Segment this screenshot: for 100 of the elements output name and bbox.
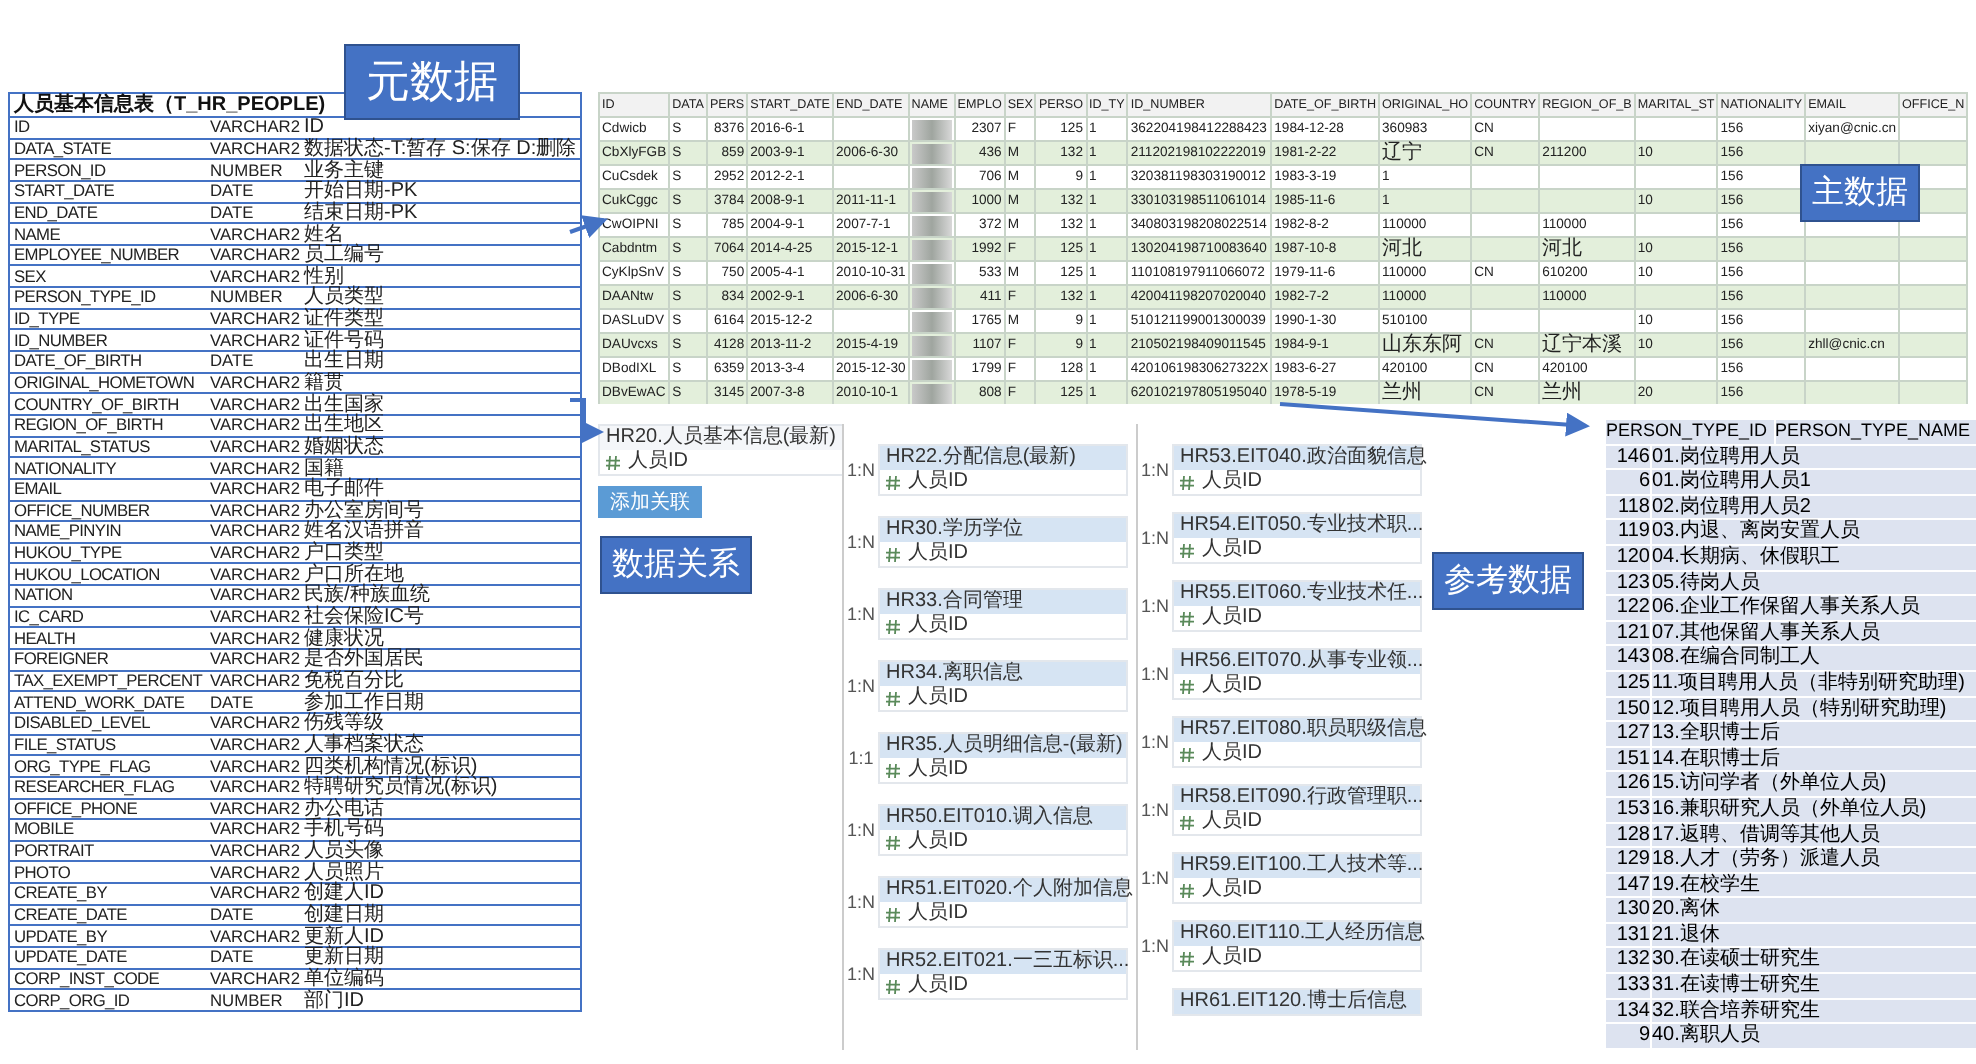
table-cell: 128 xyxy=(1606,823,1650,847)
table-cell-text: 户口类型 xyxy=(302,544,384,563)
table-cell-text: VARCHAR2 xyxy=(208,714,300,733)
table-cell-text: 业务主键 xyxy=(302,161,386,180)
table-cell: 21.退休 xyxy=(1652,923,1976,947)
field-label: 人员ID xyxy=(1202,810,1262,834)
table-cell-text: NUMBER xyxy=(208,161,285,180)
table-cell-text: UPDATE_BY xyxy=(12,927,109,946)
table-cell: 150 xyxy=(1606,697,1650,721)
table-cell-text: NATION xyxy=(12,586,75,605)
table-cell-text: 户口所在地 xyxy=(302,565,404,584)
hash-icon xyxy=(886,763,900,777)
table-node[interactable]: HR52.EIT021.一三五标识... 人员ID xyxy=(878,948,1128,1000)
table-cell-text: DATE xyxy=(208,906,256,925)
table-cell-text: ID xyxy=(302,118,324,137)
table-cell: 20.离休 xyxy=(1652,898,1976,922)
table-cell-text: PORTRAIT xyxy=(12,842,96,861)
blurred-name xyxy=(911,239,952,259)
table-cell-text: 健康状况 xyxy=(302,629,385,648)
table-cell-text: VARCHAR2 xyxy=(208,608,300,627)
table-cell-text: FOREIGNER xyxy=(12,650,111,669)
table-node[interactable]: HR59.EIT100.工人技术等... 人员ID xyxy=(1172,852,1422,904)
table-cell-text: VARCHAR2 xyxy=(208,459,300,478)
table-node[interactable]: HR50.EIT010.调入信息 人员ID xyxy=(878,804,1128,856)
blurred-name xyxy=(911,119,952,139)
table-cell-text: 单位编码 xyxy=(302,969,386,988)
table-cell: 02.岗位聘用人员2 xyxy=(1652,495,1976,519)
blurred-name xyxy=(911,335,952,355)
table-cell: 122 xyxy=(1606,596,1650,620)
root-table-node[interactable]: HR20.人员基本信息(最新) 人员ID xyxy=(598,424,845,476)
table-cell-text: VARCHAR2 xyxy=(208,820,300,839)
table-node[interactable]: HR51.EIT020.个人附加信息 人员ID xyxy=(878,876,1128,928)
table-cell-text: HUKOU_LOCATION xyxy=(12,565,162,584)
table-cell-text: ID_TYPE xyxy=(12,310,82,329)
table-cell-text: OFFICE_NUMBER xyxy=(12,501,152,520)
table-cell-text: 创建日期 xyxy=(302,906,386,925)
hash-icon xyxy=(1180,883,1194,897)
table-cell-text: 办公室房间号 xyxy=(302,501,426,520)
table-cell: 32.联合培养研究生 xyxy=(1652,999,1976,1023)
table-cell-text: NUMBER xyxy=(208,288,285,307)
table-cell-text: 证件类型 xyxy=(302,310,386,329)
cardinality-label: 1:N xyxy=(844,460,877,480)
table-cell-text: VARCHAR2 xyxy=(208,480,300,499)
table-cell: 01.岗位聘用人员 xyxy=(1652,445,1976,469)
table-cell-text: DISABLED_LEVEL xyxy=(12,714,152,733)
table-cell-text: VARCHAR2 xyxy=(208,671,300,690)
table-cell-text: VARCHAR2 xyxy=(208,331,300,350)
table-cell-text: 更新日期 xyxy=(302,948,386,967)
table-cell: 兰州 xyxy=(1379,381,1472,404)
table-node[interactable]: HR22.分配信息(最新) 人员ID xyxy=(878,444,1128,496)
table-cell-text: EMAIL xyxy=(12,480,64,499)
cardinality-label: 1:N xyxy=(844,532,877,552)
column-header: PERSON_TYPE_ID xyxy=(1606,420,1773,444)
table-cell-text: VARCHAR2 xyxy=(208,757,300,776)
table-cell-text: ATTEND_WORK_DATE xyxy=(12,693,187,712)
table-node[interactable]: HR35.人员明细信息-(最新) 人员ID xyxy=(878,732,1128,784)
cardinality-label: 1:N xyxy=(1138,800,1171,820)
table-node[interactable]: HR61.EIT120.博士后信息 xyxy=(1172,988,1422,1016)
field-label: 人员ID xyxy=(1202,742,1262,766)
table-cell-text: 开始日期-PK xyxy=(302,182,420,201)
table-cell: 123 xyxy=(1606,571,1650,595)
table-cell-text: 四类机构情况(标识) xyxy=(302,757,478,776)
table-node[interactable]: HR57.EIT080.职员职级信息 人员ID xyxy=(1172,716,1422,768)
field-label: 人员ID xyxy=(1202,470,1262,494)
table-cell-text: 伤残等级 xyxy=(302,714,384,733)
blurred-name xyxy=(911,311,952,331)
blurred-name xyxy=(911,191,952,211)
table-cell-text: 电子邮件 xyxy=(302,480,385,499)
callout-label: 数据关系 xyxy=(600,536,752,594)
table-cell: 辽宁 xyxy=(1379,141,1472,165)
table-node[interactable]: HR56.EIT070.从事专业领... 人员ID xyxy=(1172,648,1422,700)
table-cell-text: 免税百分比 xyxy=(302,671,404,690)
table-cell-text: SEX xyxy=(12,267,48,286)
blurred-name xyxy=(911,143,952,163)
blurred-name xyxy=(911,215,952,235)
table-cell-text: DATE xyxy=(208,693,256,712)
table-cell-text: VARCHAR2 xyxy=(208,416,300,435)
table-node[interactable]: HR34.离职信息 人员ID xyxy=(878,660,1128,712)
table-node[interactable]: HR55.EIT060.专业技术任... 人员ID xyxy=(1172,580,1422,632)
table-cell-text: 姓名汉语拼音 xyxy=(302,522,426,541)
table-cell: 12.项目聘用人员（特别研究助理) xyxy=(1652,697,1976,721)
table-node[interactable]: HR30.学历学位 人员ID xyxy=(878,516,1128,568)
cardinality-label: 1:N xyxy=(1138,460,1171,480)
table-cell: 30.在读硕士研究生 xyxy=(1652,948,1976,973)
table-node[interactable]: HR54.EIT050.专业技术职... 人员ID xyxy=(1172,512,1422,564)
table-cell-text: DATE xyxy=(208,182,256,201)
table-node[interactable]: HR33.合同管理 人员ID xyxy=(878,588,1128,640)
table-cell-text: 姓名 xyxy=(302,225,344,244)
cardinality-label: 1:N xyxy=(844,892,877,912)
table-node[interactable]: HR60.EIT110.工人经历信息 人员ID xyxy=(1172,920,1422,972)
table-cell-text: REGION_OF_BIRTH xyxy=(12,416,165,435)
table-cell: 18.人才（劳务）派遣人员 xyxy=(1652,848,1976,872)
table-node[interactable]: HR58.EIT090.行政管理职... 人员ID xyxy=(1172,784,1422,836)
table-cell: 153 xyxy=(1606,797,1650,821)
table-cell-text: VARCHAR2 xyxy=(208,139,300,158)
table-cell-text: PHOTO xyxy=(12,863,73,882)
table-node[interactable]: HR53.EIT040.政治面貌信息 人员ID xyxy=(1172,444,1422,496)
node-title: HR52.EIT021.一三五标识... xyxy=(880,950,1126,974)
blurred-name xyxy=(911,263,952,283)
hash-icon xyxy=(886,475,900,489)
